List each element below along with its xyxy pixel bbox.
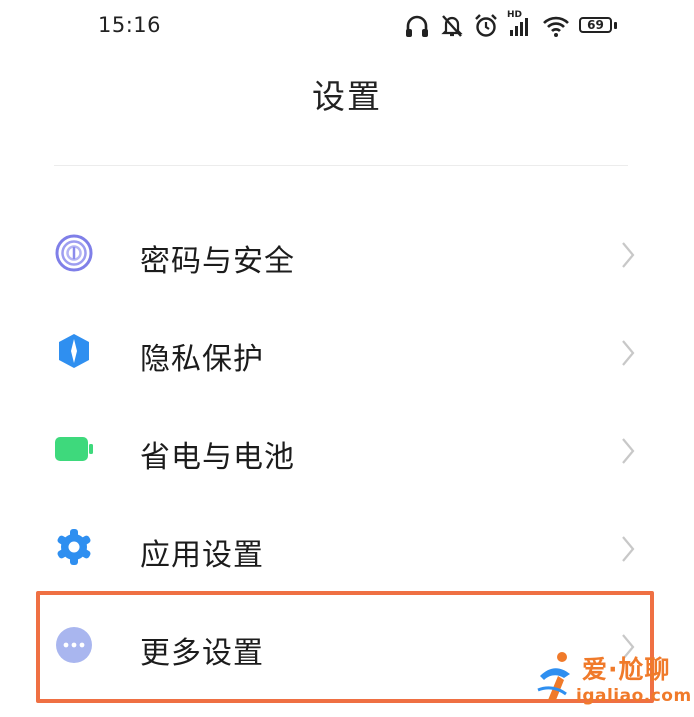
settings-item-label: 隐私保护 bbox=[140, 342, 264, 377]
settings-item-battery[interactable]: 省电与电池 bbox=[0, 401, 694, 499]
watermark-name: 爱·尬聊 bbox=[582, 655, 671, 684]
chevron-right-icon bbox=[618, 534, 638, 564]
watermark: 爱·尬聊 igaliao.com bbox=[536, 648, 691, 712]
settings-item-label: 应用设置 bbox=[140, 538, 264, 573]
gear-icon bbox=[54, 527, 94, 567]
settings-item-password-security[interactable]: 密码与安全 bbox=[0, 205, 694, 303]
battery-icon: 69 bbox=[579, 16, 619, 36]
headphones-icon bbox=[404, 14, 430, 38]
battery-level: 69 bbox=[579, 17, 612, 33]
watermark-url: igaliao.com bbox=[576, 686, 692, 706]
status-time: 15:16 bbox=[98, 13, 162, 37]
battery-icon bbox=[54, 429, 94, 469]
settings-item-privacy[interactable]: 隐私保护 bbox=[0, 303, 694, 401]
alarm-icon bbox=[474, 13, 498, 39]
status-bar: 15:16 HD 69 bbox=[0, 0, 694, 52]
privacy-shield-icon bbox=[54, 331, 94, 371]
cellular-signal-icon: HD bbox=[507, 10, 533, 39]
chevron-right-icon bbox=[618, 338, 638, 368]
chevron-right-icon bbox=[618, 436, 638, 466]
page-title: 设置 bbox=[312, 77, 382, 116]
settings-item-label: 省电与电池 bbox=[140, 440, 295, 475]
settings-item-label: 密码与安全 bbox=[140, 244, 295, 279]
fingerprint-icon bbox=[54, 233, 94, 273]
settings-item-app-settings[interactable]: 应用设置 bbox=[0, 499, 694, 597]
chevron-right-icon bbox=[618, 240, 638, 270]
status-icons: HD 69 bbox=[404, 10, 619, 40]
watermark-logo-icon bbox=[536, 650, 580, 712]
divider bbox=[54, 165, 628, 166]
hd-label: HD bbox=[507, 10, 523, 20]
wifi-icon bbox=[542, 14, 570, 38]
mute-icon bbox=[439, 13, 465, 39]
